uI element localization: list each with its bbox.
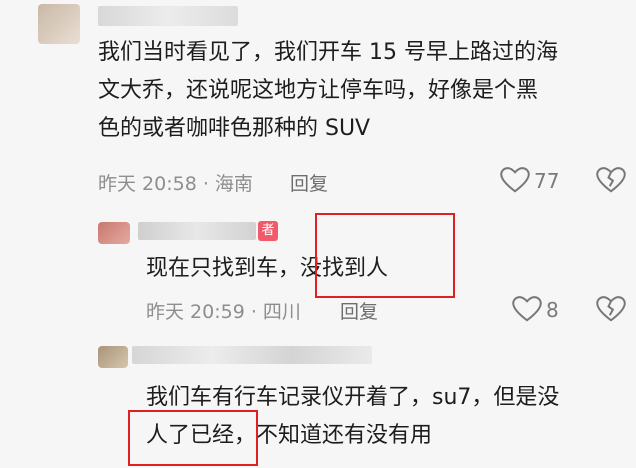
author-badge: 者 bbox=[258, 221, 278, 241]
avatar[interactable] bbox=[98, 222, 130, 244]
highlight-box bbox=[315, 213, 455, 298]
comment-time: 昨天 20:58 bbox=[98, 173, 197, 195]
avatar[interactable] bbox=[98, 346, 128, 368]
reply-button[interactable]: 回复 bbox=[290, 169, 328, 196]
like-count: 8 bbox=[546, 298, 559, 322]
heart-icon[interactable] bbox=[512, 295, 542, 323]
username-redacted bbox=[138, 222, 256, 240]
dislike-icon[interactable] bbox=[596, 295, 626, 323]
comment-line: 文大乔，还说呢这地方让停车吗，好像是个黑 bbox=[98, 78, 539, 103]
like-count: 77 bbox=[534, 169, 560, 193]
avatar[interactable] bbox=[38, 4, 80, 44]
username-redacted bbox=[132, 346, 372, 364]
reply-text-part: 现在只找到车， bbox=[146, 256, 301, 281]
comment-time: 昨天 20:59 bbox=[146, 301, 245, 323]
username-redacted bbox=[98, 6, 238, 26]
comment-text: 我们当时看见了，我们开车 15 号早上路过的海 文大乔，还说呢这地方让停车吗，好… bbox=[98, 34, 558, 148]
reply-text-part: 不知道还有没有用 bbox=[256, 423, 433, 448]
comment-line: 我们当时看见了，我们开车 15 号早上路过的海 bbox=[98, 40, 558, 65]
comment-meta: 昨天 20:58 · 海南 bbox=[98, 169, 253, 196]
dislike-icon[interactable] bbox=[596, 166, 626, 194]
comment-meta: 昨天 20:59 · 四川 bbox=[146, 297, 301, 324]
reply-button[interactable]: 回复 bbox=[340, 297, 378, 324]
highlight-box bbox=[128, 410, 258, 466]
comment-location: · 海南 bbox=[202, 173, 253, 195]
heart-icon[interactable] bbox=[500, 166, 530, 194]
comment-location: · 四川 bbox=[250, 301, 301, 323]
comment-line: 色的或者咖啡色那种的 SUV bbox=[98, 116, 371, 141]
